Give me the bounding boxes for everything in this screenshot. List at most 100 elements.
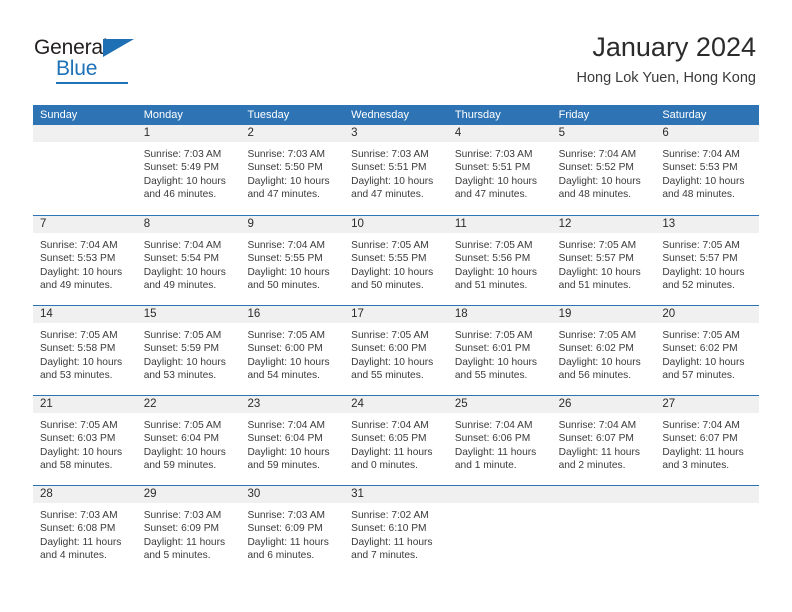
day-detail-line: Daylight: 10 hours <box>143 356 226 368</box>
day-details: Sunrise: 7:04 AM Sunset: 6:07 PM Daylight:… <box>655 413 759 472</box>
day-details: Sunrise: 7:03 AM Sunset: 5:51 PM Daylight:… <box>344 142 448 201</box>
day-detail-line: and 51 minutes. <box>454 279 528 291</box>
day-cell[interactable]: 28 Sunrise: 7:03 AM Sunset: 6:08 PM Dayligh… <box>33 486 137 575</box>
page-header: General Blue January 2024 Hong Lok Yuen,… <box>0 0 792 100</box>
day-cell[interactable]: 5 Sunrise: 7:04 AM Sunset: 5:52 PM Daylight… <box>551 125 656 215</box>
day-cell[interactable]: 20 Sunrise: 7:05 AM Sunset: 6:02 PM Dayligh… <box>655 306 760 395</box>
day-detail-line: Sunset: 6:04 PM <box>247 433 323 445</box>
day-details: Sunrise: 7:05 AM Sunset: 6:02 PM Daylight:… <box>552 323 656 382</box>
day-detail-line: and 53 minutes. <box>143 369 217 381</box>
day-number-band: 22 <box>136 396 241 413</box>
title-block: January 2024 Hong Lok Yuen, Hong Kong <box>576 32 756 86</box>
day-detail-line: Sunset: 6:09 PM <box>247 523 323 535</box>
day-detail-line: Daylight: 10 hours <box>247 266 330 278</box>
day-detail-line: and 4 minutes. <box>40 549 107 561</box>
day-detail-line: Sunset: 6:02 PM <box>662 343 738 355</box>
day-cell[interactable]: 16 Sunrise: 7:05 AM Sunset: 6:00 PM Dayligh… <box>240 306 345 395</box>
day-number-band: 13 <box>655 216 760 233</box>
day-cell[interactable]: 29 Sunrise: 7:03 AM Sunset: 6:09 PM Dayligh… <box>136 486 241 575</box>
day-cell[interactable]: 9 Sunrise: 7:04 AM Sunset: 5:55 PM Daylight… <box>240 216 345 305</box>
day-detail-line: Sunset: 5:52 PM <box>558 162 634 174</box>
day-detail-line: Daylight: 10 hours <box>454 356 537 368</box>
general-blue-logo: General Blue <box>34 36 164 84</box>
day-details: Sunrise: 7:05 AM Sunset: 5:58 PM Daylight:… <box>33 323 137 382</box>
day-cell[interactable]: 3 Sunrise: 7:03 AM Sunset: 5:51 PM Daylight… <box>344 125 448 215</box>
day-detail-line: Sunset: 5:53 PM <box>662 162 738 174</box>
day-detail-line: Sunrise: 7:05 AM <box>454 240 533 251</box>
day-cell[interactable]: 7 Sunrise: 7:04 AM Sunset: 5:53 PM Daylight… <box>33 216 137 305</box>
day-details <box>33 142 137 148</box>
day-detail-line: Sunset: 6:05 PM <box>351 433 427 445</box>
day-detail-line: and 56 minutes. <box>558 369 632 381</box>
day-details: Sunrise: 7:04 AM Sunset: 5:52 PM Daylight:… <box>552 142 656 201</box>
day-detail-line: Sunset: 6:07 PM <box>662 433 738 445</box>
day-cell[interactable]: 12 Sunrise: 7:05 AM Sunset: 5:57 PM Dayligh… <box>551 216 656 305</box>
day-number-band: 19 <box>551 306 656 323</box>
day-detail-line: Sunrise: 7:04 AM <box>351 420 429 431</box>
day-detail-line: Daylight: 10 hours <box>662 356 745 368</box>
day-detail-line: Sunset: 6:04 PM <box>143 433 220 445</box>
day-detail-line: Sunrise: 7:05 AM <box>662 240 740 251</box>
calendar-page: General Blue January 2024 Hong Lok Yuen,… <box>0 0 792 612</box>
day-detail-line: and 49 minutes. <box>143 279 217 291</box>
day-details: Sunrise: 7:03 AM Sunset: 5:49 PM Daylight:… <box>137 142 241 201</box>
day-cell[interactable]: 21 Sunrise: 7:05 AM Sunset: 6:03 PM Dayligh… <box>33 396 137 485</box>
day-detail-line: Daylight: 11 hours <box>351 446 433 458</box>
day-detail-line: Daylight: 10 hours <box>247 175 330 187</box>
day-cell[interactable]: 2 Sunrise: 7:03 AM Sunset: 5:50 PM Daylight… <box>240 125 345 215</box>
day-cell[interactable]: 27 Sunrise: 7:04 AM Sunset: 6:07 PM Dayligh… <box>655 396 760 485</box>
day-cell[interactable]: 22 Sunrise: 7:05 AM Sunset: 6:04 PM Dayligh… <box>136 396 241 485</box>
day-details: Sunrise: 7:04 AM Sunset: 6:05 PM Daylight:… <box>344 413 448 472</box>
day-detail-line: and 46 minutes. <box>143 188 217 200</box>
day-cell[interactable]: 11 Sunrise: 7:05 AM Sunset: 5:56 PM Dayligh… <box>447 216 552 305</box>
day-cell[interactable]: 31 Sunrise: 7:02 AM Sunset: 6:10 PM Dayligh… <box>344 486 448 575</box>
day-detail-line: Daylight: 10 hours <box>247 356 330 368</box>
day-cell[interactable]: 8 Sunrise: 7:04 AM Sunset: 5:54 PM Daylight… <box>136 216 241 305</box>
day-details: Sunrise: 7:05 AM Sunset: 6:01 PM Daylight:… <box>448 323 552 382</box>
day-number-band: 11 <box>447 216 552 233</box>
day-cell[interactable]: 23 Sunrise: 7:04 AM Sunset: 6:04 PM Dayligh… <box>240 396 345 485</box>
day-detail-line: Sunset: 5:51 PM <box>351 162 427 174</box>
day-cell[interactable]: 19 Sunrise: 7:05 AM Sunset: 6:02 PM Dayligh… <box>551 306 656 395</box>
day-cell[interactable]: 13 Sunrise: 7:05 AM Sunset: 5:57 PM Dayligh… <box>655 216 760 305</box>
day-cell[interactable]: 4 Sunrise: 7:03 AM Sunset: 5:51 PM Daylight… <box>447 125 552 215</box>
logo-text-blue: Blue <box>56 57 98 80</box>
day-cell[interactable]: 17 Sunrise: 7:05 AM Sunset: 6:00 PM Dayligh… <box>344 306 448 395</box>
day-details: Sunrise: 7:05 AM Sunset: 6:02 PM Daylight:… <box>655 323 759 382</box>
day-detail-line: Daylight: 11 hours <box>247 536 329 548</box>
day-number-band: 5 <box>551 125 656 142</box>
day-detail-line: and 48 minutes. <box>558 188 632 200</box>
day-cell[interactable]: 25 Sunrise: 7:04 AM Sunset: 6:06 PM Dayligh… <box>447 396 552 485</box>
day-detail-line: Sunrise: 7:05 AM <box>351 330 429 341</box>
day-number-band: 23 <box>240 396 345 413</box>
day-cell[interactable]: 15 Sunrise: 7:05 AM Sunset: 5:59 PM Dayligh… <box>136 306 241 395</box>
day-cell[interactable]: 24 Sunrise: 7:04 AM Sunset: 6:05 PM Dayligh… <box>344 396 448 485</box>
day-details: Sunrise: 7:04 AM Sunset: 6:07 PM Daylight:… <box>552 413 656 472</box>
day-cell[interactable]: 1 Sunrise: 7:03 AM Sunset: 5:49 PM Daylight… <box>136 125 241 215</box>
day-cell-empty <box>447 486 552 575</box>
calendar-week-row: 21 Sunrise: 7:05 AM Sunset: 6:03 PM Dayligh… <box>33 395 760 485</box>
day-number: 27 <box>662 398 676 410</box>
day-number-band: 26 <box>551 396 656 413</box>
day-number-band: 14 <box>33 306 137 323</box>
day-detail-line: Sunset: 6:10 PM <box>351 523 427 535</box>
day-number: 12 <box>558 218 572 230</box>
day-detail-line: Sunrise: 7:05 AM <box>351 240 429 251</box>
day-detail-line: and 7 minutes. <box>351 549 418 561</box>
day-detail-line: Sunset: 6:00 PM <box>351 343 427 355</box>
day-detail-line: Sunrise: 7:05 AM <box>454 330 533 341</box>
day-details: Sunrise: 7:05 AM Sunset: 5:59 PM Daylight:… <box>137 323 241 382</box>
day-cell[interactable]: 6 Sunrise: 7:04 AM Sunset: 5:53 PM Daylight… <box>655 125 760 215</box>
day-detail-line: Sunset: 5:53 PM <box>40 253 116 265</box>
day-detail-line: and 57 minutes. <box>662 369 735 381</box>
day-details: Sunrise: 7:03 AM Sunset: 5:51 PM Daylight:… <box>448 142 552 201</box>
day-cell[interactable]: 10 Sunrise: 7:05 AM Sunset: 5:55 PM Dayligh… <box>344 216 448 305</box>
day-detail-line: Sunset: 5:57 PM <box>662 253 738 265</box>
day-cell[interactable]: 18 Sunrise: 7:05 AM Sunset: 6:01 PM Dayligh… <box>447 306 552 395</box>
day-detail-line: Daylight: 10 hours <box>40 266 123 278</box>
day-cell[interactable]: 30 Sunrise: 7:03 AM Sunset: 6:09 PM Dayligh… <box>240 486 345 575</box>
day-detail-line: Sunset: 5:59 PM <box>143 343 220 355</box>
day-detail-line: Sunset: 6:08 PM <box>40 523 116 535</box>
day-cell[interactable]: 14 Sunrise: 7:05 AM Sunset: 5:58 PM Dayligh… <box>33 306 137 395</box>
day-cell[interactable]: 26 Sunrise: 7:04 AM Sunset: 6:07 PM Dayligh… <box>551 396 656 485</box>
